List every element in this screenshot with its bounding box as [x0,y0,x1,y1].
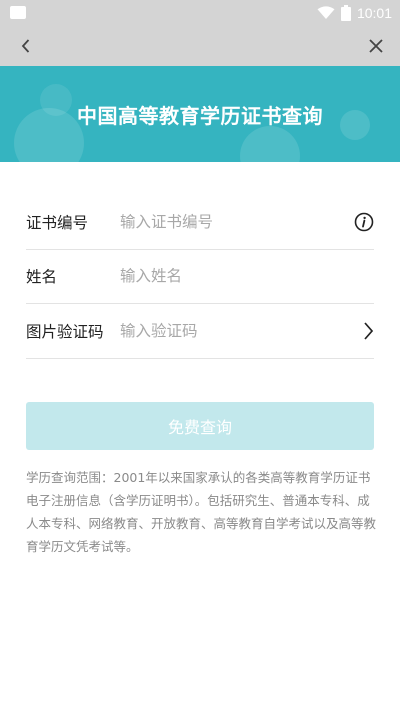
captcha-input[interactable] [120,315,374,346]
wifi-icon [317,6,335,20]
header-banner: 中国高等教育学历证书查询 [0,66,400,162]
battery-icon [340,5,351,21]
close-button[interactable] [364,34,388,58]
captcha-label: 图片验证码 [26,322,104,341]
status-right: 10:01 [317,3,392,23]
info-icon[interactable] [354,212,374,232]
query-scope-note: 学历查询范围：2001年以来国家承认的各类高等教育学历证书电子注册信息（含学历证… [26,470,377,554]
status-bar: 10:01 [0,0,400,26]
name-input[interactable] [120,261,374,292]
query-form: 证书编号 姓名 图片验证码 [26,195,374,359]
certificate-number-label: 证书编号 [26,213,89,232]
free-query-button[interactable]: 免费查询 [26,402,374,450]
chevron-right-icon[interactable] [362,321,374,341]
name-row: 姓名 [26,250,374,304]
name-label: 姓名 [26,268,58,287]
certificate-number-input[interactable] [120,206,374,237]
captcha-row: 图片验证码 [26,304,374,359]
status-time: 10:01 [356,5,392,21]
nav-bar [0,26,400,66]
page-title: 中国高等教育学历证书查询 [77,103,323,128]
back-button[interactable] [14,34,38,58]
notification-icon [10,6,26,19]
certificate-number-row: 证书编号 [26,195,374,250]
chevron-left-icon [21,39,30,53]
close-icon [369,39,383,53]
